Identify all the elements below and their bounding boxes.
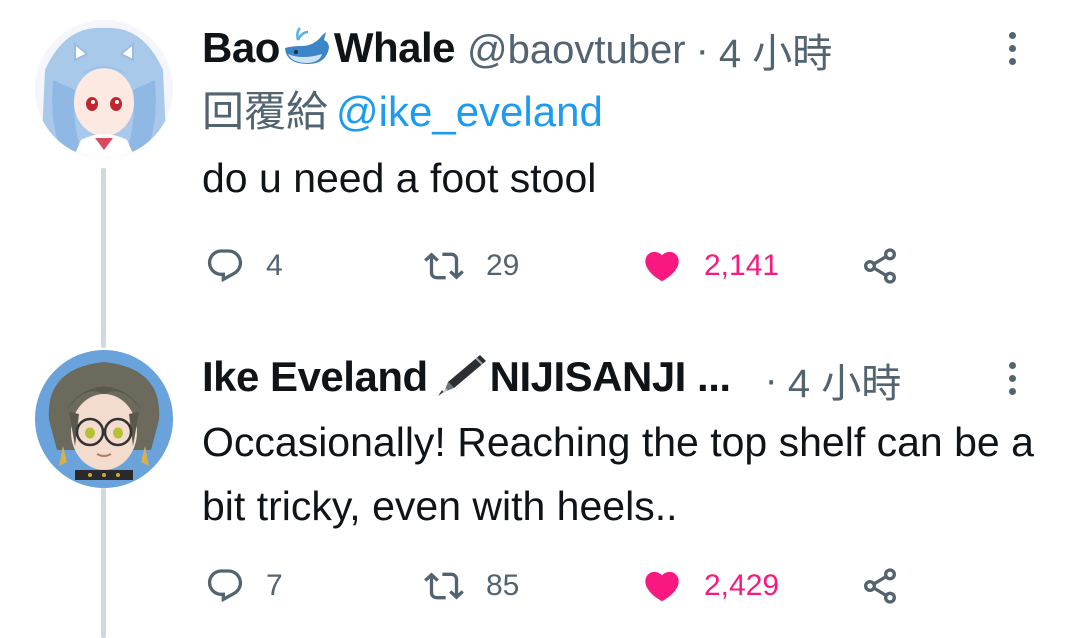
reply-button[interactable]: 7	[204, 566, 283, 606]
action-bar: 7 85 2,429	[202, 556, 922, 616]
tweet-content: Bao Whale @baovtuber · 4 小時 回覆給 @ike_evel…	[202, 22, 1040, 210]
share-icon	[864, 248, 896, 284]
reply-icon	[207, 249, 243, 283]
reply-button[interactable]: 4	[204, 246, 283, 286]
avatar-baovtuber[interactable]	[35, 20, 173, 158]
share-button[interactable]	[858, 566, 902, 606]
display-name-text: Bao	[202, 24, 280, 72]
tweet[interactable]: Ike Eveland NIJISANJI ... · 4 小時 Occasio…	[0, 318, 1080, 638]
tweet-text: Occasionally! Reaching the top shelf can…	[202, 419, 1034, 529]
reply-count: 4	[266, 249, 283, 282]
tweet-header: Bao Whale @baovtuber · 4 小時	[202, 22, 1040, 78]
like-count: 2,429	[704, 569, 780, 602]
whale-emoji-icon	[282, 26, 332, 76]
retweet-button[interactable]: 85	[422, 566, 519, 606]
tweet-thread: Bao Whale @baovtuber · 4 小時 回覆給 @ike_evel…	[0, 0, 1080, 638]
display-name-text: Whale	[333, 24, 456, 72]
tweet-content: Ike Eveland NIJISANJI ... · 4 小時 Occasio…	[202, 352, 1040, 538]
reply-prefix: 回覆給	[202, 88, 329, 135]
retweet-count: 29	[486, 249, 520, 282]
display-name[interactable]: Ike Eveland NIJISANJI ...	[202, 352, 731, 408]
separator-dot: ·	[695, 27, 709, 72]
user-handle[interactable]: @baovtuber	[467, 28, 686, 73]
reply-count: 7	[266, 569, 283, 602]
display-name[interactable]: Bao Whale	[202, 24, 456, 76]
timestamp[interactable]: 4 小時	[788, 351, 901, 409]
action-bar: 4 29 2,141	[202, 236, 922, 296]
display-name-text: NIJISANJI ...	[489, 353, 731, 401]
heart-filled-icon	[645, 251, 679, 282]
retweet-icon	[424, 252, 464, 280]
share-button[interactable]	[858, 246, 902, 286]
like-count: 2,141	[704, 249, 780, 282]
more-options-icon[interactable]	[994, 26, 1030, 70]
like-button[interactable]: 2,141	[640, 246, 779, 286]
more-options-icon[interactable]	[994, 356, 1030, 400]
tweet-text: do u need a foot stool	[202, 155, 597, 201]
tweet[interactable]: Bao Whale @baovtuber · 4 小時 回覆給 @ike_evel…	[0, 0, 1080, 318]
heart-filled-icon	[645, 571, 679, 602]
display-name-text: Ike Eveland	[202, 353, 428, 401]
timestamp[interactable]: 4 小時	[719, 21, 832, 79]
retweet-icon	[424, 572, 464, 600]
tweet-header: Ike Eveland NIJISANJI ... · 4 小時	[202, 352, 1040, 408]
mention-link[interactable]: @ike_eveland	[336, 88, 603, 135]
like-button[interactable]: 2,429	[640, 566, 779, 606]
fountain-pen-emoji-icon	[430, 352, 488, 408]
retweet-button[interactable]: 29	[422, 246, 519, 286]
retweet-count: 85	[486, 569, 520, 602]
share-icon	[864, 568, 896, 604]
avatar-ike-eveland[interactable]	[35, 350, 173, 488]
reply-context: 回覆給 @ike_eveland	[202, 82, 1040, 142]
reply-icon	[207, 569, 243, 603]
separator-dot: ·	[764, 357, 778, 402]
